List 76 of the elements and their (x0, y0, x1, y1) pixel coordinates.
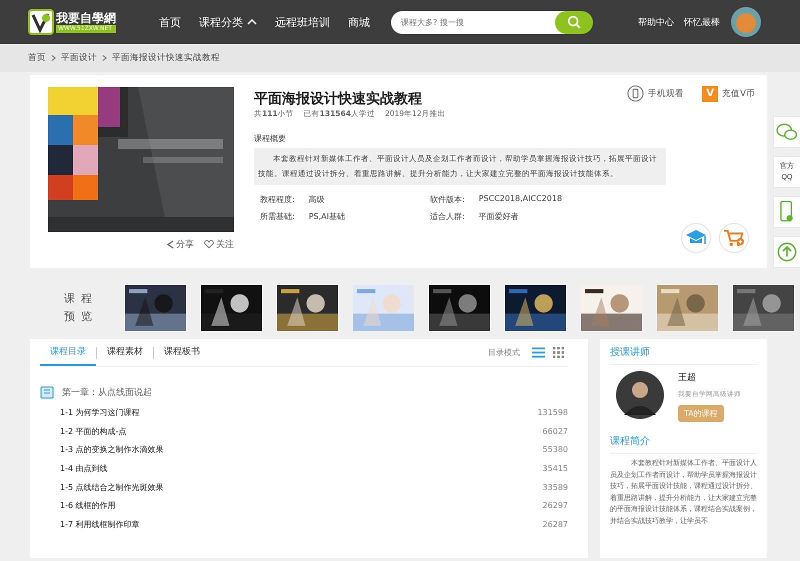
share-link[interactable]: 分享 (167, 238, 194, 251)
breadcrumb-link[interactable]: 首页 (28, 52, 46, 64)
follow-link[interactable]: 关注 (204, 238, 234, 251)
lesson-title: 1-7 利用线框制作印章 (60, 518, 140, 530)
breadcrumb-link[interactable]: 平面海报设计快速实战教程 (112, 52, 220, 64)
search-button[interactable] (555, 10, 593, 34)
phone-icon (627, 85, 644, 102)
study-button[interactable] (681, 223, 711, 253)
view-count: 26297 (542, 501, 568, 510)
lesson-row[interactable]: 1-5 点线结合之制作光斑效果 33589 (40, 478, 568, 496)
view-count: 131598 (537, 408, 568, 417)
heart-icon (204, 240, 214, 249)
lesson-title: 1-3 点的变换之制作水滴效果 (60, 444, 164, 456)
header-link[interactable]: 帮助中心 (638, 16, 674, 28)
detail-value: 平面爱好者 (478, 211, 519, 222)
detail-label: 适合人群: (430, 211, 465, 222)
recharge-link[interactable]: V 充值V币 (702, 85, 755, 102)
avatar-icon (616, 371, 664, 419)
chapter-title: 第一章：从点线面说起 (62, 386, 152, 398)
v-badge: V (702, 86, 718, 102)
grid-icon (553, 347, 564, 358)
catalog-mode-label: 目录模式 (488, 347, 520, 358)
logo-title: 我要自學網 (56, 11, 116, 25)
cart-button[interactable] (719, 223, 749, 253)
avatar-icon[interactable] (730, 6, 762, 38)
detail-value: 高级 (308, 194, 325, 205)
lesson-row[interactable]: 1-6 线框的作用 26297 (40, 496, 568, 516)
lesson-title: 1-1 为何学习这门课程 (60, 406, 140, 418)
section-heading: 授课讲师 (610, 339, 757, 365)
section-heading: 课程简介 (610, 428, 757, 454)
nav-link[interactable]: 商城 (339, 14, 379, 30)
detail-value: PSCC2018,AICC2018 (478, 194, 562, 205)
logo-icon (28, 9, 54, 35)
detail-value: PS,AI基础 (308, 211, 345, 222)
detail-label: 软件版本: (430, 194, 465, 205)
phone-icon (780, 200, 794, 224)
teacher-name: 王超 (678, 372, 696, 384)
view-count: 66027 (542, 426, 568, 436)
caret-icon (247, 19, 257, 25)
chevron-icon (51, 54, 56, 62)
lesson-row[interactable]: 1-2 平面的构成-点 66027 (40, 422, 568, 440)
tab[interactable]: 课程板书 (154, 339, 210, 366)
lesson-row[interactable]: 1-1 为何学习这门课程 131598 (40, 403, 568, 422)
breadcrumb-link[interactable]: 平面设计 (61, 52, 97, 64)
detail-label: 所需基础: (260, 211, 295, 222)
mobile-view-link[interactable]: 手机观看 (627, 85, 684, 102)
wechat-button[interactable] (773, 116, 800, 148)
detail-label: 教程程度: (260, 194, 295, 205)
book-icon (40, 385, 54, 399)
view-count: 35415 (542, 464, 568, 473)
lesson-row[interactable]: 1-7 利用线框制作印章 26287 (40, 515, 568, 534)
lesson-title: 1-4 由点到线 (60, 462, 108, 474)
tab[interactable]: 课程素材 (97, 339, 153, 366)
chevron-icon (102, 54, 107, 62)
share-icon (167, 240, 174, 249)
course-title: 平面海报设计快速实战教程 (254, 90, 422, 108)
search-icon (567, 15, 581, 29)
lesson-title: 1-2 平面的构成-点 (60, 426, 126, 437)
mobile-button[interactable] (773, 196, 800, 228)
nav-link[interactable]: 远程班培训 (266, 14, 339, 30)
lesson-title: 1-5 点线结合之制作光斑效果 (60, 482, 164, 493)
nav-link[interactable]: 课程分类 (190, 14, 266, 30)
nav-link[interactable]: 首页 (150, 14, 190, 30)
cart-icon (723, 228, 745, 248)
list-icon (532, 347, 545, 358)
view-count: 26287 (542, 520, 568, 529)
lesson-row[interactable]: 1-3 点的变换之制作水滴效果 55380 (40, 440, 568, 460)
back-to-top-button[interactable] (773, 236, 800, 268)
lesson-title: 1-6 线框的作用 (60, 500, 116, 512)
header-link[interactable]: 怀忆最棒 (684, 16, 720, 28)
view-count: 33589 (542, 482, 568, 492)
chat-bubbles-icon (776, 123, 798, 141)
preview-label: 课程预览 (64, 291, 99, 325)
lesson-row[interactable]: 1-4 由点到线 35415 (40, 459, 568, 478)
summary-label: 课程概要 (254, 133, 287, 144)
view-count: 55380 (542, 445, 568, 454)
